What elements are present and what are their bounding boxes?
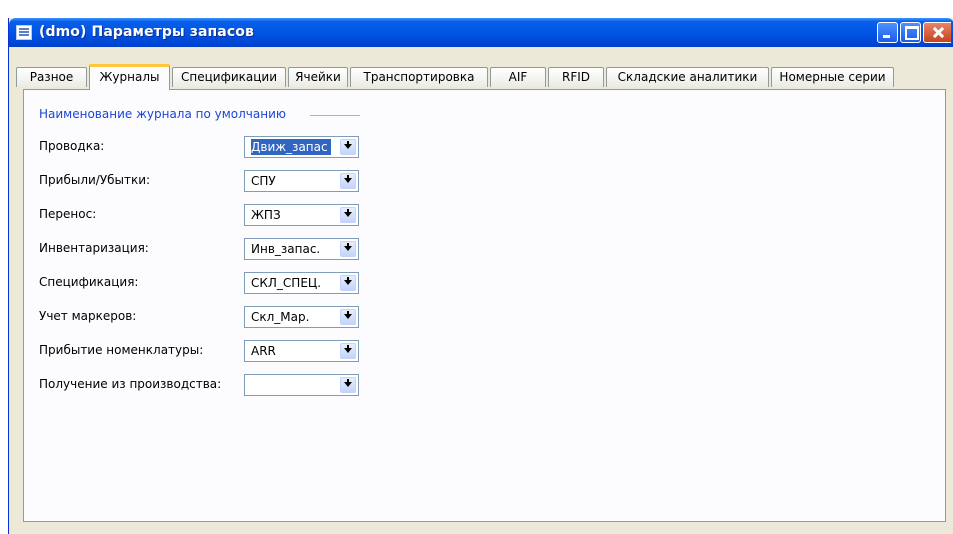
- dropdown-arrow-icon[interactable]: [340, 377, 356, 393]
- dropdown-arrow-icon[interactable]: [340, 343, 356, 359]
- counting-combo[interactable]: Инв_запас.: [244, 238, 359, 260]
- bom-label: Спецификация:: [39, 275, 139, 289]
- counting-label: Инвентаризация:: [39, 241, 149, 255]
- posting-label: Проводка:: [39, 139, 105, 153]
- profit-loss-label: Прибыли/Убытки:: [39, 173, 151, 187]
- dropdown-arrow-icon[interactable]: [340, 139, 356, 155]
- dropdown-arrow-icon[interactable]: [340, 241, 356, 257]
- production-receipt-label: Получение из производства:: [39, 377, 222, 391]
- tab-journals[interactable]: Журналы: [89, 64, 170, 90]
- tab-panel: [23, 89, 946, 522]
- posting-value[interactable]: Движ_запас: [251, 139, 331, 155]
- dropdown-arrow-icon[interactable]: [340, 207, 356, 223]
- item-arrival-combo[interactable]: ARR: [244, 340, 359, 362]
- tab-rfid[interactable]: RFID: [548, 67, 604, 87]
- bom-combo[interactable]: СКЛ_СПЕЦ.: [244, 272, 359, 294]
- transfer-combo[interactable]: ЖПЗ: [244, 204, 359, 226]
- form-icon: [16, 25, 32, 40]
- dropdown-arrow-icon[interactable]: [340, 275, 356, 291]
- bom-value[interactable]: СКЛ_СПЕЦ.: [251, 276, 331, 290]
- counting-value[interactable]: Инв_запас.: [251, 242, 331, 256]
- tab-transportation[interactable]: Транспортировка: [350, 67, 488, 87]
- tab-cells[interactable]: Ячейки: [288, 67, 348, 87]
- transfer-label: Перенос:: [39, 207, 97, 221]
- tab-aif[interactable]: AIF: [490, 67, 546, 87]
- tag-counting-label: Учет маркеров:: [39, 309, 137, 323]
- posting-combo[interactable]: Движ_запас: [244, 136, 359, 158]
- item-arrival-value[interactable]: ARR: [251, 344, 331, 358]
- dropdown-arrow-icon[interactable]: [340, 173, 356, 189]
- tab-misc[interactable]: Разное: [16, 67, 87, 87]
- dropdown-arrow-icon[interactable]: [340, 309, 356, 325]
- tag-counting-value[interactable]: Скл_Мар.: [251, 310, 331, 324]
- profit-loss-combo[interactable]: СПУ: [244, 170, 359, 192]
- tag-counting-combo[interactable]: Скл_Мар.: [244, 306, 359, 328]
- item-arrival-label: Прибытие номенклатуры:: [39, 343, 204, 357]
- title-bar[interactable]: (dmo) Параметры запасов: [9, 18, 953, 47]
- group-title: Наименование журнала по умолчанию: [39, 107, 286, 121]
- production-receipt-combo[interactable]: [244, 374, 359, 396]
- tab-warehouse-dimensions[interactable]: Складские аналитики: [606, 67, 769, 87]
- maximize-button[interactable]: [900, 22, 921, 43]
- transfer-value[interactable]: ЖПЗ: [251, 208, 331, 222]
- window-title: (dmo) Параметры запасов: [39, 24, 254, 40]
- group-divider: [310, 115, 360, 116]
- tab-specifications[interactable]: Спецификации: [172, 67, 286, 87]
- tab-number-sequences[interactable]: Номерные серии: [771, 67, 894, 87]
- minimize-button[interactable]: [877, 22, 898, 43]
- profit-loss-value[interactable]: СПУ: [251, 174, 331, 188]
- close-button[interactable]: [923, 22, 951, 43]
